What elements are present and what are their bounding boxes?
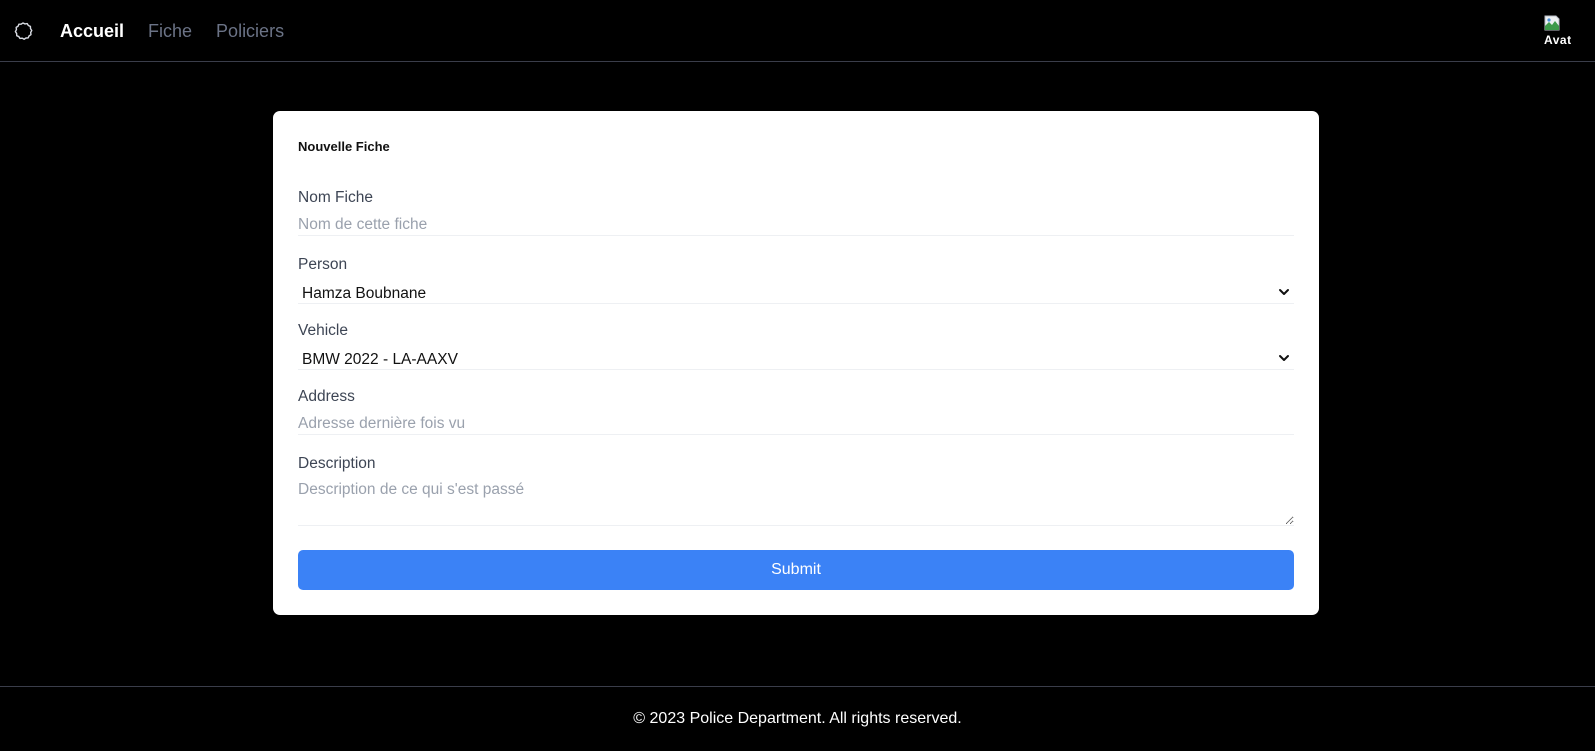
address-field: Address: [298, 388, 1294, 435]
description-label: Description: [298, 455, 376, 472]
person-select[interactable]: Hamza Boubnane: [298, 281, 1294, 304]
description-field: Description: [298, 455, 1294, 531]
nav-link-fiche[interactable]: Fiche: [148, 21, 192, 42]
nom-fiche-field: Nom Fiche: [298, 189, 1294, 236]
avatar-alt-text: Avat: [1544, 33, 1572, 47]
form-title: Nouvelle Fiche: [298, 139, 390, 154]
address-input[interactable]: [298, 413, 1294, 435]
footer: © 2023 Police Department. All rights res…: [0, 686, 1595, 747]
person-label: Person: [298, 256, 348, 273]
nav-link-accueil[interactable]: Accueil: [60, 21, 124, 42]
gear-icon[interactable]: [12, 20, 34, 42]
nom-fiche-label: Nom Fiche: [298, 189, 373, 206]
description-textarea[interactable]: [298, 480, 1294, 526]
nav-link-policiers[interactable]: Policiers: [216, 21, 284, 42]
new-fiche-card: Nouvelle Fiche Nom Fiche Person Hamza Bo…: [273, 111, 1319, 615]
vehicle-select[interactable]: BMW 2022 - LA-AAXV: [298, 347, 1294, 370]
vehicle-label: Vehicle: [298, 322, 348, 339]
copyright-text: © 2023 Police Department. All rights res…: [633, 710, 962, 727]
address-label: Address: [298, 388, 355, 405]
submit-button[interactable]: Submit: [298, 550, 1294, 590]
vehicle-field: Vehicle BMW 2022 - LA-AAXV: [298, 322, 1294, 370]
main-nav: Accueil Fiche Policiers: [60, 0, 284, 62]
person-field: Person Hamza Boubnane: [298, 256, 1294, 304]
top-navbar: Accueil Fiche Policiers Avat: [0, 0, 1595, 62]
nom-fiche-input[interactable]: [298, 214, 1294, 236]
avatar[interactable]: Avat: [1542, 15, 1572, 47]
vehicle-select-wrapper: BMW 2022 - LA-AAXV: [298, 347, 1294, 370]
broken-image-icon: [1544, 15, 1560, 31]
person-select-wrapper: Hamza Boubnane: [298, 281, 1294, 304]
